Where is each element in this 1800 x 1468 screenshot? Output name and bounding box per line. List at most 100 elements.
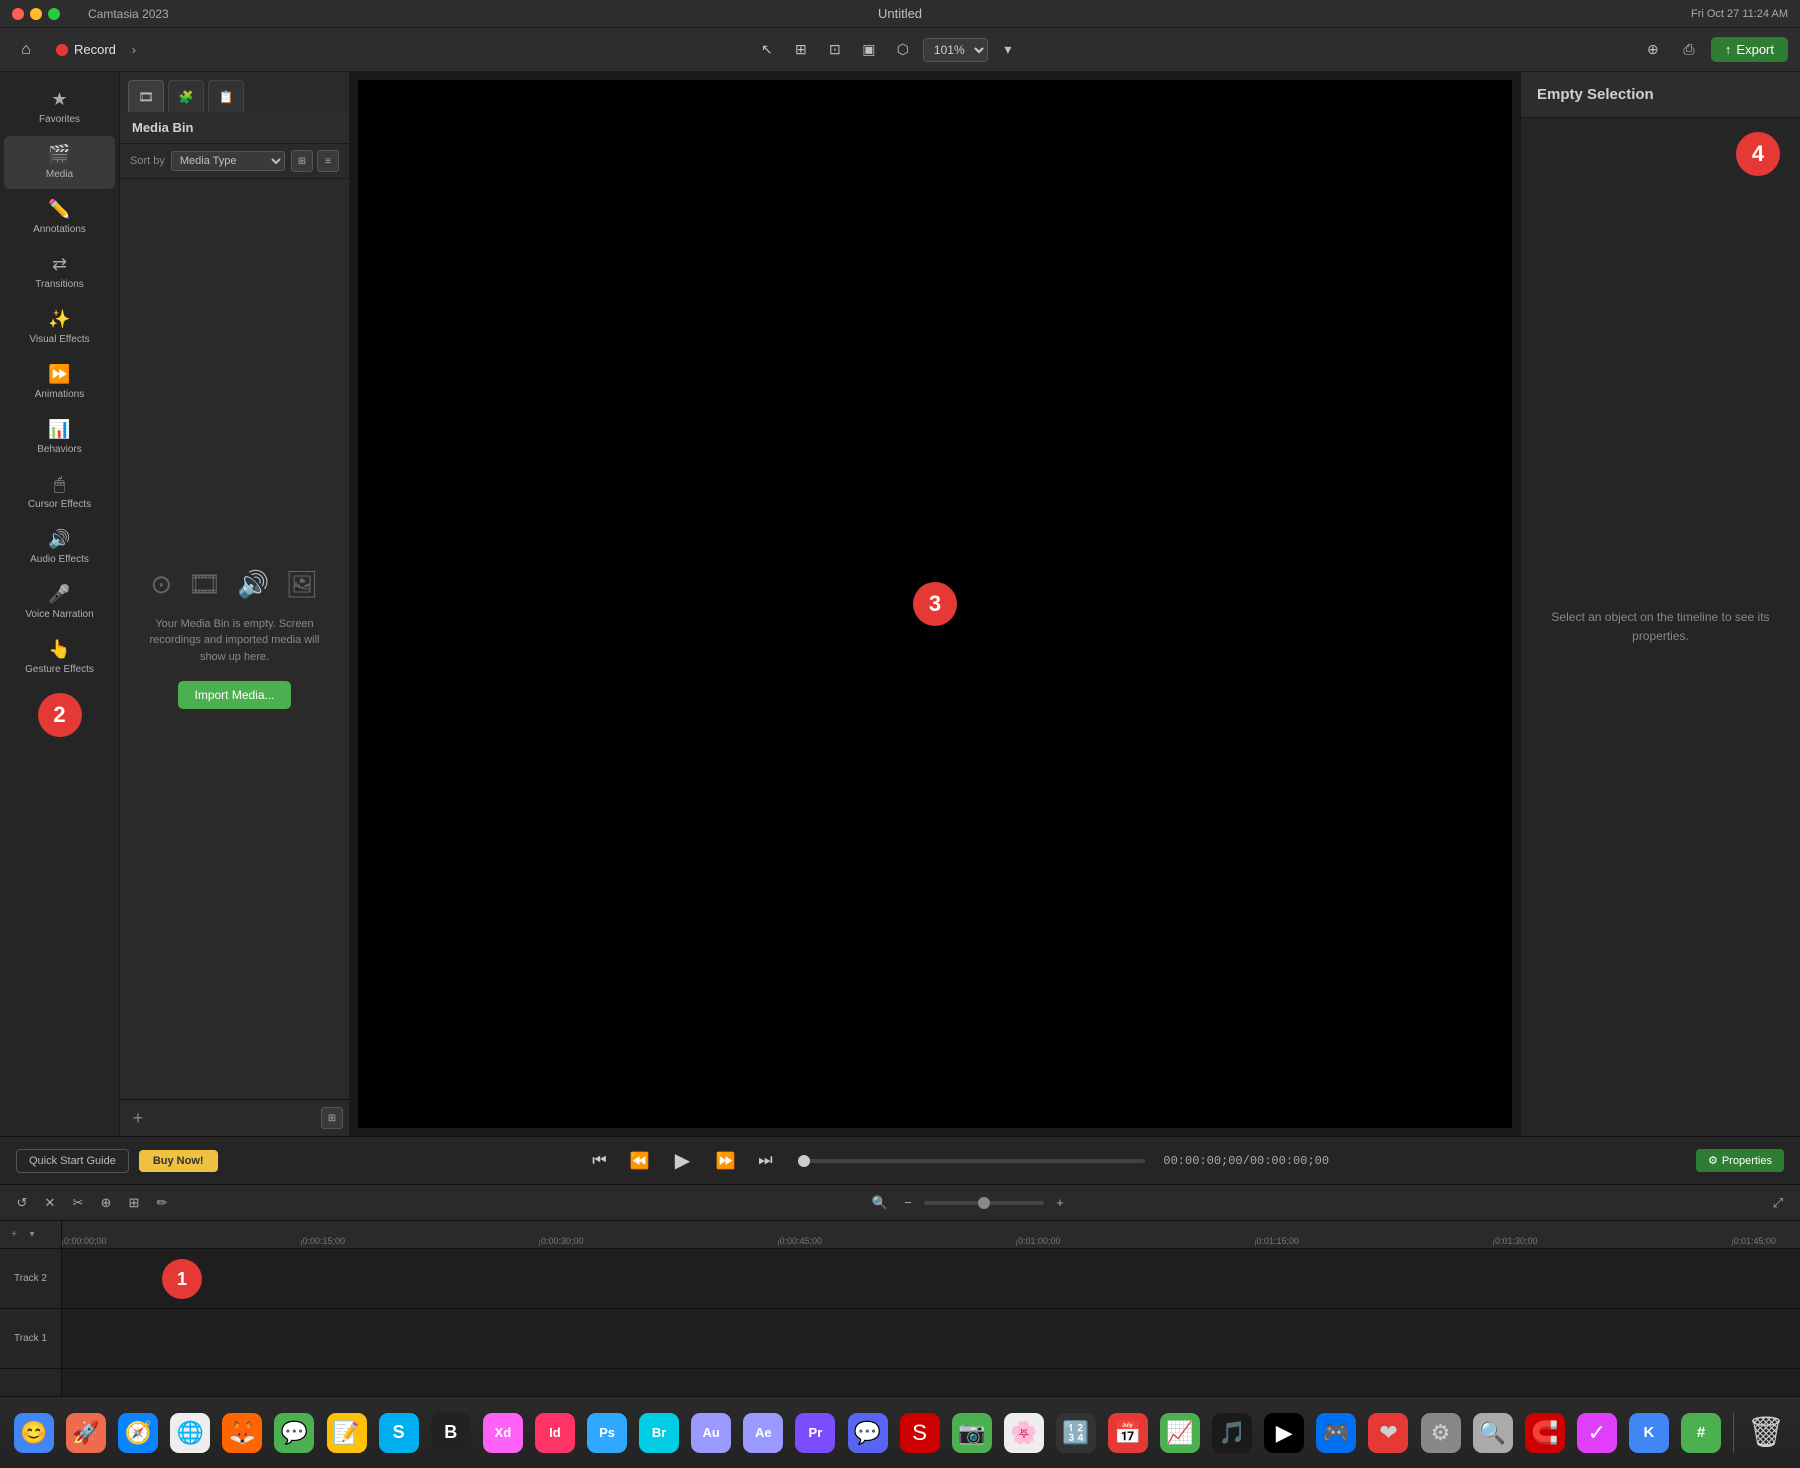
dock-item-discord[interactable]: 💬 — [843, 1407, 891, 1459]
panel-tab-assets[interactable]: 📋 — [208, 80, 244, 112]
record-button[interactable]: Record — [48, 38, 124, 61]
buy-now-button[interactable]: Buy Now! — [139, 1150, 218, 1172]
dock-item-numbers[interactable]: # — [1677, 1407, 1725, 1459]
dock-item-preferences[interactable]: ⚙ — [1416, 1407, 1464, 1459]
dock-item-safari[interactable]: 🧭 — [114, 1407, 162, 1459]
zoom-plus-button[interactable]: + — [1048, 1191, 1072, 1215]
sidebar-item-transitions[interactable]: ⇄ Transitions — [4, 246, 115, 299]
track-2-row[interactable]: 1 — [62, 1249, 1800, 1309]
fullscreen-button[interactable] — [48, 8, 60, 20]
timeline-scissors-button[interactable]: ✂ — [66, 1191, 90, 1215]
dock-item-calculator[interactable]: 🔢 — [1052, 1407, 1100, 1459]
dock-item-indesign[interactable]: Id — [531, 1407, 579, 1459]
layout-tool-button[interactable]: ▣ — [855, 36, 883, 64]
sort-select[interactable]: Media Type — [171, 151, 285, 171]
dock-item-photos[interactable]: 🌸 — [1000, 1407, 1048, 1459]
properties-panel-button[interactable]: ⚙ Properties — [1696, 1149, 1784, 1172]
skip-forward-button[interactable]: ⏭ — [750, 1146, 780, 1176]
sidebar-item-audio-effects[interactable]: 🔊 Audio Effects — [4, 521, 115, 574]
zoom-out-button[interactable]: 🔍 — [868, 1191, 892, 1215]
track-expand-button[interactable]: ▾ — [24, 1227, 40, 1243]
dock-item-magnet[interactable]: 🧲 — [1521, 1407, 1569, 1459]
dock-item-xd[interactable]: Xd — [479, 1407, 527, 1459]
skip-back-button[interactable]: ⏮ — [584, 1146, 614, 1176]
close-button[interactable] — [12, 8, 24, 20]
zoom-slider-track[interactable] — [924, 1201, 1044, 1205]
select-tool-button[interactable]: ↖ — [753, 36, 781, 64]
dock-item-photoshop[interactable]: Ps — [583, 1407, 631, 1459]
timeline-paste-button[interactable]: ⊞ — [122, 1191, 146, 1215]
sidebar-item-favorites[interactable]: ★ Favorites — [4, 81, 115, 134]
list-view-button[interactable]: ≡ — [317, 150, 339, 172]
canvas-tool-button[interactable]: ⬡ — [889, 36, 917, 64]
timeline-close-button[interactable]: ✕ — [38, 1191, 62, 1215]
zoom-dropdown-button[interactable]: ▾ — [994, 36, 1022, 64]
dock-item-bb[interactable]: B — [427, 1407, 475, 1459]
quick-start-guide-button[interactable]: Quick Start Guide — [16, 1149, 129, 1173]
dock-item-messages[interactable]: 💬 — [270, 1407, 318, 1459]
panel-tab-media-bin[interactable]: 🎞 — [128, 80, 164, 112]
dock-item-setapp[interactable]: S — [896, 1407, 944, 1459]
dock-item-setapp2[interactable]: ❤ — [1364, 1407, 1412, 1459]
zoom-slider-thumb[interactable] — [978, 1197, 990, 1209]
dock-item-calendar[interactable]: 📅 — [1104, 1407, 1152, 1459]
playback-thumb[interactable] — [798, 1155, 810, 1167]
dock-item-launchpad[interactable]: 🚀 — [62, 1407, 110, 1459]
import-media-button[interactable]: Import Media... — [178, 681, 290, 709]
dock-item-music[interactable]: 🎵 — [1208, 1407, 1256, 1459]
grid-layout-button[interactable]: ⊞ — [321, 1107, 343, 1129]
dock-item-premiere[interactable]: Pr — [791, 1407, 839, 1459]
track-1-row[interactable] — [62, 1309, 1800, 1369]
dock-item-notes[interactable]: 📝 — [323, 1407, 371, 1459]
sidebar-item-visual-effects[interactable]: ✨ Visual Effects — [4, 301, 115, 354]
sidebar-item-animations[interactable]: ⏩ Animations — [4, 356, 115, 409]
grid-view-button[interactable]: ⊞ — [291, 150, 313, 172]
zoom-minus-button[interactable]: − — [896, 1191, 920, 1215]
timeline-undo-button[interactable]: ↺ — [10, 1191, 34, 1215]
gear-icon: ⚙ — [1708, 1154, 1718, 1167]
dock-item-arcade[interactable]: 🎮 — [1312, 1407, 1360, 1459]
dock-item-finder[interactable]: 😊 — [10, 1407, 58, 1459]
play-button[interactable]: ▶ — [664, 1143, 700, 1179]
dock-item-search[interactable]: 🔍 — [1469, 1407, 1517, 1459]
dock-item-stock[interactable]: 📈 — [1156, 1407, 1204, 1459]
timeline-edit-button[interactable]: ✏ — [150, 1191, 174, 1215]
dock-item-brackets[interactable]: Br — [635, 1407, 683, 1459]
timeline-copy-button[interactable]: ⊕ — [94, 1191, 118, 1215]
step-forward-button[interactable]: ⏩ — [710, 1146, 740, 1176]
dock-item-tvplus[interactable]: ▶ — [1260, 1407, 1308, 1459]
share-icon-button[interactable]: ⎙ — [1675, 36, 1703, 64]
sidebar-item-gesture-effects[interactable]: 👆 Gesture Effects — [4, 631, 115, 684]
zoom-select[interactable]: 101% — [923, 38, 988, 62]
dock-item-firefox[interactable]: 🦊 — [218, 1407, 266, 1459]
sidebar-item-annotations[interactable]: ✏️ Annotations — [4, 191, 115, 244]
snap-tool-button[interactable]: ⊡ — [821, 36, 849, 64]
sidebar-item-voice-narration[interactable]: 🎤 Voice Narration — [4, 576, 115, 629]
voice-narration-icon: 🎤 — [48, 584, 70, 605]
sidebar-item-behaviors[interactable]: 📊 Behaviors — [4, 411, 115, 464]
home-button[interactable]: ⌂ — [12, 36, 40, 64]
playback-timeline[interactable] — [798, 1159, 1145, 1163]
dock-item-audition[interactable]: Au — [687, 1407, 735, 1459]
dock-item-trash[interactable]: 🗑 — [1742, 1407, 1790, 1459]
minimize-button[interactable] — [30, 8, 42, 20]
timeline-expand-button[interactable]: ⤢ — [1766, 1191, 1790, 1215]
dock-item-ae[interactable]: Ae — [739, 1407, 787, 1459]
step-back-button[interactable]: ⏪ — [624, 1146, 654, 1176]
dock-item-keynote[interactable]: K — [1625, 1407, 1673, 1459]
grid-tool-button[interactable]: ⊞ — [787, 36, 815, 64]
dock-item-facetime[interactable]: 📷 — [948, 1407, 996, 1459]
dock-item-chrome[interactable]: 🌐 — [166, 1407, 214, 1459]
track-add-button[interactable]: + — [6, 1227, 22, 1243]
panel-tab-lib[interactable]: 🧩 — [168, 80, 204, 112]
add-item-button[interactable]: + — [126, 1106, 150, 1130]
sidebar-item-media[interactable]: 🎬 Media — [4, 136, 115, 189]
indesign-icon: Id — [535, 1413, 575, 1453]
dock-item-todos[interactable]: ✓ — [1573, 1407, 1621, 1459]
add-icon-button[interactable]: ⊕ — [1639, 36, 1667, 64]
sidebar-label-transitions: Transitions — [35, 279, 84, 291]
export-button[interactable]: ↑ Export — [1711, 37, 1788, 62]
dock-item-skype[interactable]: S — [375, 1407, 423, 1459]
sidebar-item-cursor-effects[interactable]: 🖱 Cursor Effects — [4, 466, 115, 519]
arcade-icon: 🎮 — [1316, 1413, 1356, 1453]
